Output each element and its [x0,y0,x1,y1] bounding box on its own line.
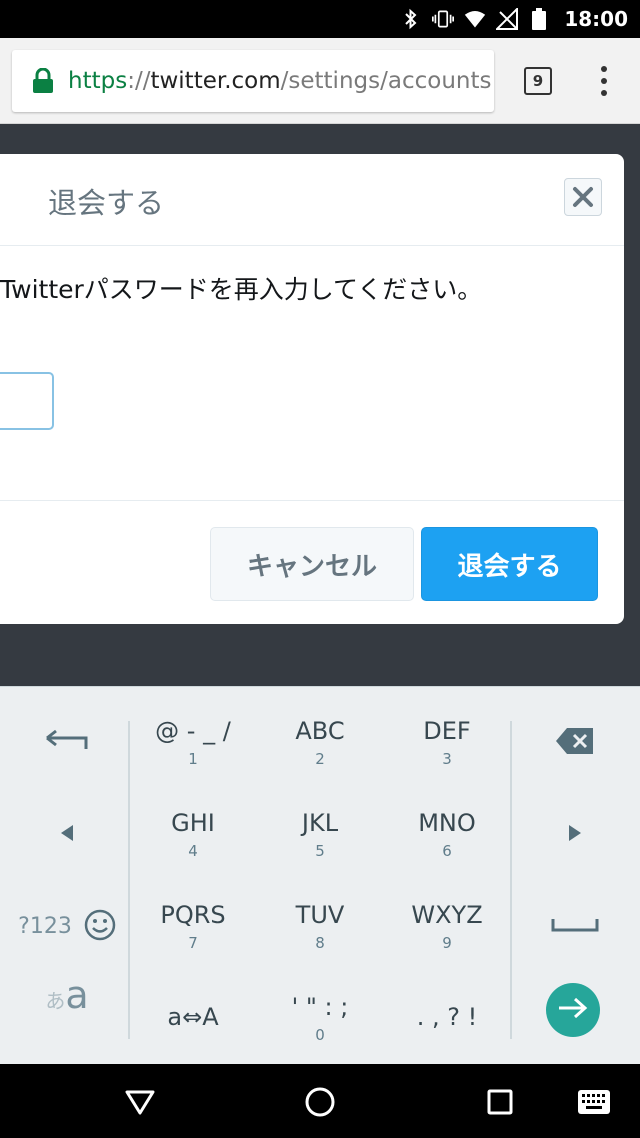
kana-label-big: a [65,973,89,1017]
keyboard-switch-icon[interactable] [572,1080,616,1124]
kana-switch-key[interactable]: あ a [4,973,130,1065]
key-1[interactable]: @ - _ /1 [130,697,256,789]
key-2[interactable]: ABC 2 [257,697,383,789]
deactivate-button[interactable]: 退会する [421,527,598,601]
backspace-icon [555,727,595,759]
dialog-footer: キャンセル 退会する [0,500,624,624]
key-punctuation[interactable]: . , ? ! [384,973,510,1065]
key-7[interactable]: PQRS 7 [130,881,256,973]
triangle-right-icon [567,824,583,846]
url-scheme: https [68,68,128,94]
web-content: 退会する Twitterパスワードを再入力してください。 キャンセル 退会する [0,124,640,686]
address-bar[interactable]: https://twitter.com/settings/accounts [12,50,494,112]
key-6[interactable]: MNO 6 [384,789,510,881]
key-0[interactable]: ' " : ; 0 [257,973,383,1065]
close-icon[interactable] [564,178,602,216]
browser-toolbar: https://twitter.com/settings/accounts 9 [0,38,640,124]
lock-icon [32,67,54,94]
key-case-toggle[interactable]: a⇔A [130,973,256,1065]
status-time: 18:00 [564,7,628,31]
dialog-header: 退会する [0,154,624,246]
undo-key[interactable] [4,697,130,789]
symbols-label: ?123 [18,914,72,939]
deactivate-dialog: 退会する Twitterパスワードを再入力してください。 キャンセル 退会する [0,154,624,624]
url-path: /settings/accounts [280,68,492,94]
recents-icon[interactable] [478,1080,522,1124]
triangle-left-icon [59,824,75,846]
kana-label-small: あ [45,989,66,1013]
home-icon[interactable] [298,1080,342,1124]
space-icon [551,917,599,937]
space-key[interactable] [512,881,638,973]
arrow-right-icon [557,996,589,1024]
key-4[interactable]: GHI 4 [130,789,256,881]
cursor-right-key[interactable] [512,789,638,881]
navigation-bar [0,1064,640,1138]
undo-arrow-icon [44,729,90,757]
backspace-key[interactable] [512,697,638,789]
overflow-menu-icon[interactable] [592,64,616,98]
password-input[interactable] [0,372,54,430]
key-5[interactable]: JKL 5 [257,789,383,881]
key-9[interactable]: WXYZ 9 [384,881,510,973]
soft-keyboard: ?123 あ a @ - _ /1 ABC 2 DEF 3 GHI 4 JKL 5 MN… [0,686,640,1064]
key-3[interactable]: DEF 3 [384,697,510,789]
tab-switcher-button[interactable]: 9 [524,67,552,95]
url-host: twitter.com [150,68,281,94]
symbols-emoji-key[interactable]: ?123 [4,881,130,973]
cancel-button[interactable]: キャンセル [210,527,414,601]
no-signal-icon [496,8,519,30]
emoji-icon [84,909,116,945]
status-bar: 18:00 [0,0,640,38]
wifi-icon [464,8,486,30]
dialog-title: 退会する [48,186,165,220]
url-text: https://twitter.com/settings/accounts [68,68,491,94]
cursor-left-key[interactable] [4,789,130,881]
battery-icon [528,8,550,30]
key-8[interactable]: TUV 8 [257,881,383,973]
url-separator: :// [127,68,151,94]
password-prompt: Twitterパスワードを再入力してください。 [0,275,483,304]
enter-key[interactable] [546,983,600,1037]
bluetooth-icon [400,8,422,30]
vibrate-icon [432,8,455,30]
back-icon[interactable] [118,1080,162,1124]
